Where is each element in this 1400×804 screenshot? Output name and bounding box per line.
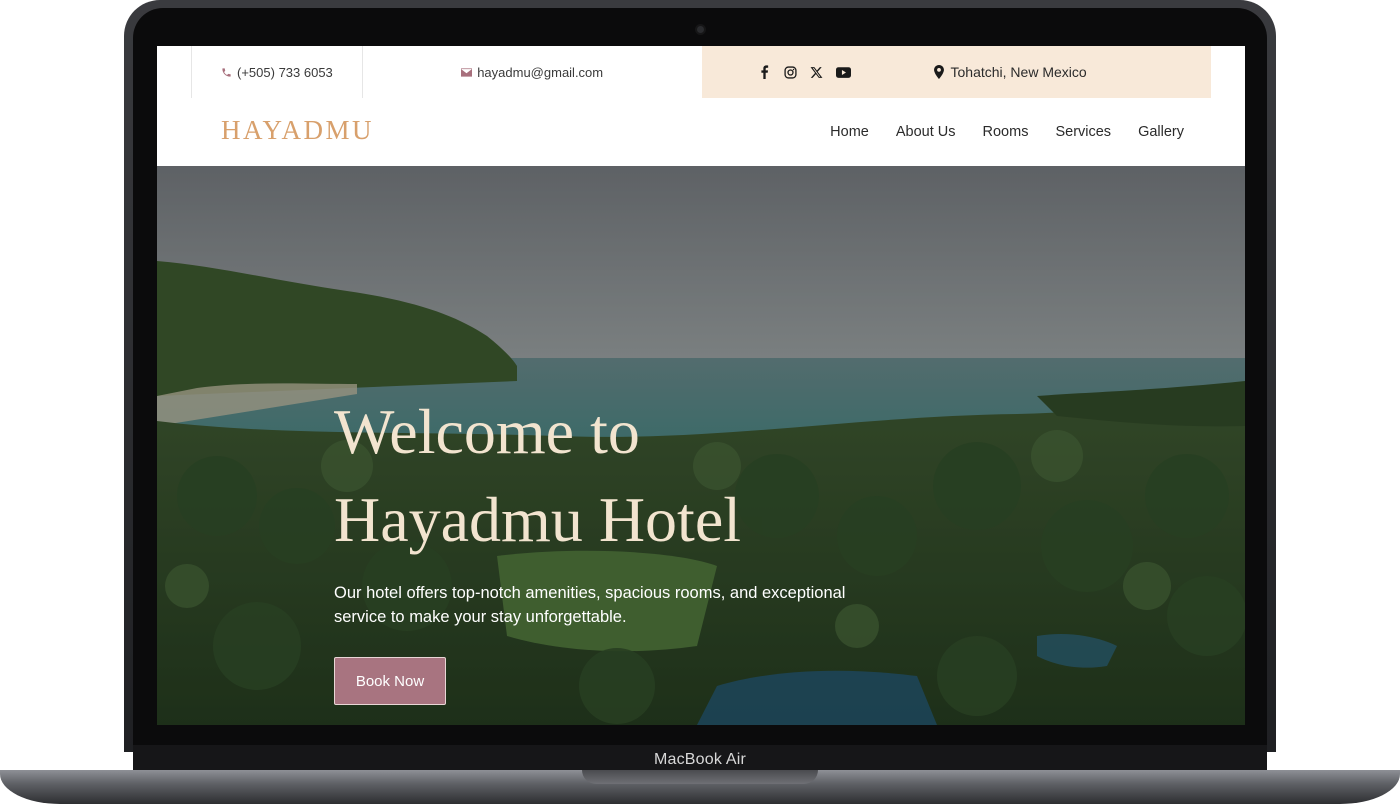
website-screen: (+505) 733 6053 hayadmu@gmail.com Tohatc…: [157, 46, 1245, 725]
laptop-base-notch: [582, 770, 818, 784]
device-brand-label: MacBook Air: [653, 751, 746, 768]
social-links: [758, 46, 852, 98]
envelope-icon: [461, 67, 473, 77]
email-address: hayadmu@gmail.com: [477, 64, 604, 80]
phone-icon: [221, 67, 232, 78]
phone-number: (+505) 733 6053: [237, 64, 333, 80]
hero-title-line-2: Hayadmu Hotel: [334, 484, 741, 555]
hero-section: Welcome to Hayadmu Hotel Our hotel offer…: [157, 166, 1245, 725]
hero-description: Our hotel offers top-notch amenities, sp…: [334, 584, 846, 626]
map-pin-icon: [933, 65, 944, 79]
location-info: Tohatchi, New Mexico: [933, 46, 1087, 98]
instagram-icon[interactable]: [784, 65, 798, 79]
hero-title-line-1: Welcome to: [334, 396, 640, 467]
main-navbar: HAYADMU Home About Us Rooms Services Gal…: [157, 98, 1245, 166]
facebook-icon[interactable]: [758, 65, 772, 79]
youtube-icon[interactable]: [836, 65, 852, 79]
site-logo[interactable]: HAYADMU: [221, 115, 374, 146]
social-location-panel: Tohatchi, New Mexico: [701, 46, 1211, 98]
nav-link-rooms[interactable]: Rooms: [983, 124, 1029, 140]
x-icon[interactable]: [810, 65, 824, 79]
nav-link-gallery[interactable]: Gallery: [1138, 124, 1184, 140]
book-now-button[interactable]: Book Now: [334, 657, 446, 705]
top-info-bar: (+505) 733 6053 hayadmu@gmail.com Tohatc…: [191, 46, 1211, 99]
email-contact[interactable]: hayadmu@gmail.com: [362, 46, 702, 99]
location-text: Tohatchi, New Mexico: [950, 64, 1087, 80]
nav-link-about-us[interactable]: About Us: [896, 124, 956, 140]
nav-link-services[interactable]: Services: [1055, 124, 1111, 140]
nav-link-home[interactable]: Home: [830, 124, 869, 140]
camera-icon: [697, 26, 704, 33]
phone-contact[interactable]: (+505) 733 6053: [191, 46, 363, 99]
nav-menu: Home About Us Rooms Services Gallery: [830, 98, 1184, 166]
hero-title: Welcome to Hayadmu Hotel: [334, 388, 894, 564]
